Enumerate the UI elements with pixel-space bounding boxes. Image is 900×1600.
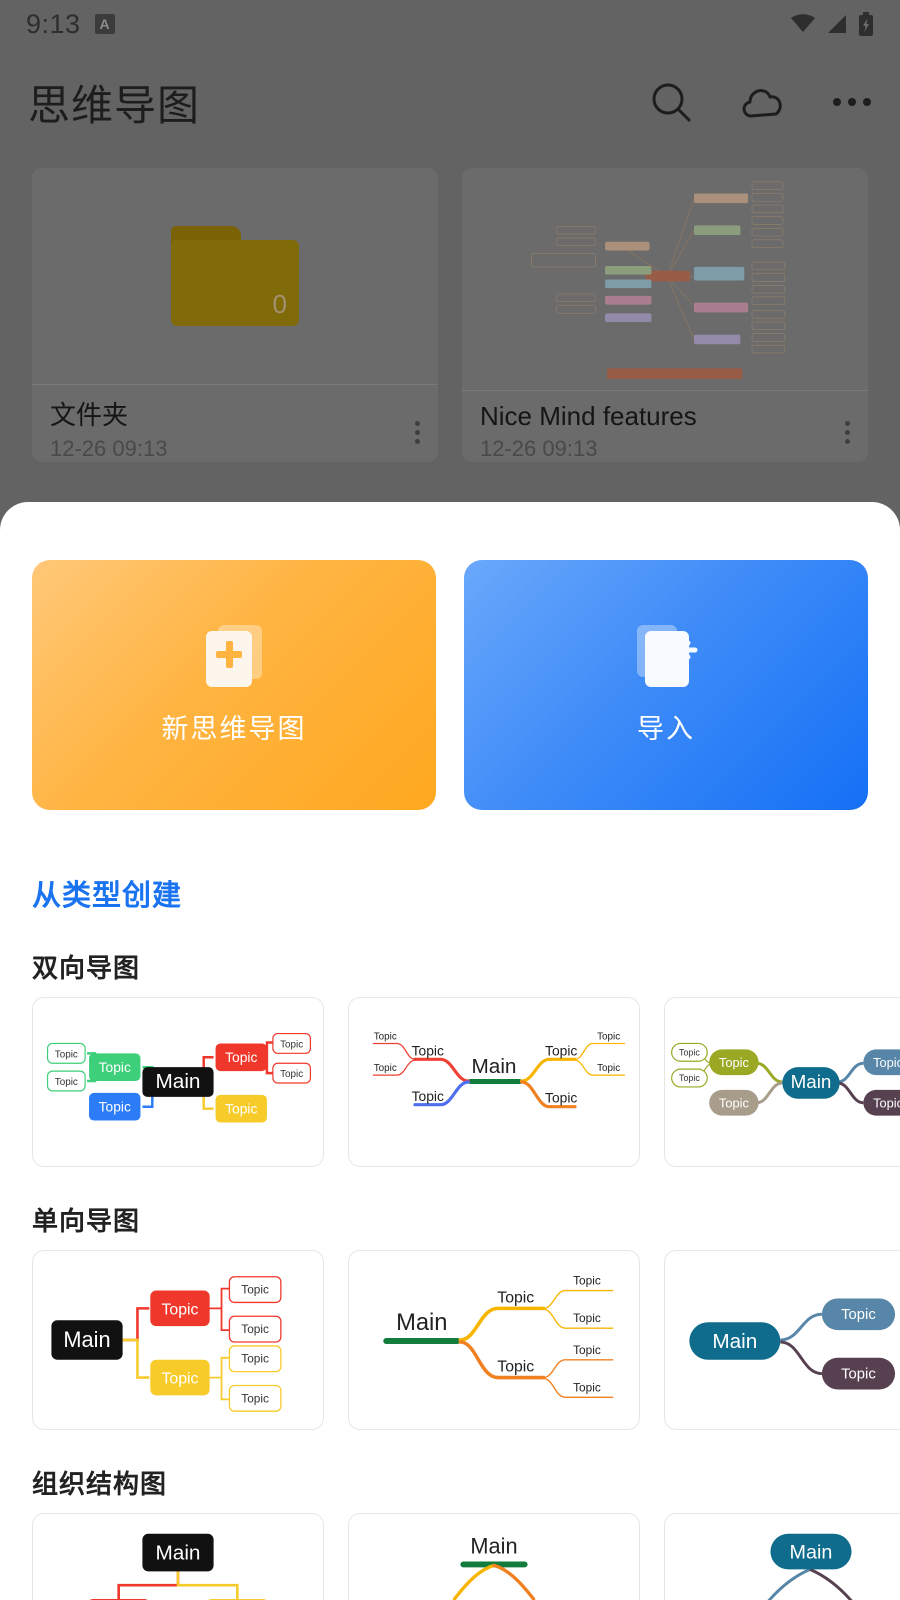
document-card-mindmap[interactable]: Nice Mind features 12-26 09:13 — [462, 168, 868, 462]
svg-text:Topic: Topic — [873, 1055, 900, 1070]
signal-icon — [826, 14, 848, 34]
svg-text:Topic: Topic — [497, 1359, 534, 1376]
svg-text:Main: Main — [472, 1055, 517, 1078]
svg-text:Topic: Topic — [241, 1352, 269, 1366]
svg-text:Topic: Topic — [162, 1301, 199, 1318]
svg-text:Topic: Topic — [573, 1343, 601, 1357]
template-row-org-chart: Main Topic Topic Main Topic Topic — [32, 1513, 868, 1600]
create-bottom-sheet: 新思维导图 导入 从类型创建 双向导图 — [0, 502, 900, 1600]
svg-text:Topic: Topic — [597, 1063, 620, 1074]
svg-text:Main: Main — [712, 1330, 757, 1353]
svg-text:Topic: Topic — [597, 1032, 620, 1043]
status-bar-right — [790, 12, 874, 36]
svg-text:Topic: Topic — [719, 1055, 750, 1070]
svg-text:Topic: Topic — [573, 1380, 601, 1394]
svg-text:Topic: Topic — [545, 1090, 577, 1106]
more-icon[interactable] — [832, 96, 872, 108]
new-mindmap-label: 新思维导图 — [162, 707, 307, 746]
svg-text:Topic: Topic — [873, 1096, 900, 1111]
wifi-icon — [790, 14, 816, 34]
document-menu-icon[interactable] — [845, 421, 850, 444]
folder-icon: 0 — [171, 226, 299, 326]
svg-text:Topic: Topic — [162, 1371, 199, 1388]
cloud-icon[interactable] — [738, 82, 788, 122]
document-import-icon — [637, 625, 695, 687]
svg-text:Topic: Topic — [497, 1289, 534, 1306]
svg-text:Topic: Topic — [679, 1073, 700, 1083]
svg-text:Topic: Topic — [545, 1042, 577, 1058]
svg-text:Topic: Topic — [374, 1032, 397, 1043]
page-title: 思维导图 — [28, 72, 200, 133]
svg-text:Topic: Topic — [719, 1096, 750, 1111]
svg-text:Topic: Topic — [280, 1069, 303, 1080]
svg-text:Topic: Topic — [841, 1367, 876, 1383]
import-label: 导入 — [637, 707, 695, 746]
primary-actions: 新思维导图 导入 — [32, 560, 868, 810]
status-time: 9:13 — [26, 9, 81, 40]
svg-text:Main: Main — [396, 1310, 447, 1336]
notification-badge-icon: A — [95, 14, 115, 34]
svg-text:Main: Main — [470, 1534, 517, 1559]
svg-text:Topic: Topic — [225, 1101, 257, 1117]
template-org-boxed[interactable]: Main Topic Topic — [32, 1513, 324, 1600]
document-title: 文件夹 — [50, 395, 420, 432]
document-card-meta: Nice Mind features 12-26 09:13 — [462, 390, 868, 462]
document-title: Nice Mind features — [480, 401, 850, 432]
status-bar: 9:13 A — [0, 0, 900, 48]
new-mindmap-button[interactable]: 新思维导图 — [32, 560, 436, 810]
svg-text:Topic: Topic — [412, 1088, 444, 1104]
svg-text:Topic: Topic — [55, 1049, 78, 1060]
group-title-bidirectional: 双向导图 — [32, 948, 868, 985]
svg-text:Topic: Topic — [573, 1311, 601, 1325]
svg-text:Topic: Topic — [55, 1077, 78, 1088]
svg-text:Topic: Topic — [412, 1042, 444, 1058]
template-row-unidirectional: Main Topic Topic Topic Topic Topic Topic — [32, 1250, 868, 1430]
template-uni-underline[interactable]: Main Topic Topic Topic Topic Topic Topic — [348, 1250, 640, 1430]
template-bi-boxed[interactable]: Main Topic Topic Topic Topic TopicTopic … — [32, 997, 324, 1167]
group-title-org-chart: 组织结构图 — [32, 1464, 868, 1501]
template-uni-pill[interactable]: Main Topic Topic — [664, 1250, 900, 1430]
template-org-pill[interactable]: Main Topic Topic — [664, 1513, 900, 1600]
svg-text:Topic: Topic — [241, 1322, 269, 1336]
import-button[interactable]: 导入 — [464, 560, 868, 810]
document-plus-icon — [206, 625, 262, 687]
svg-text:Topic: Topic — [225, 1049, 257, 1065]
status-bar-left: 9:13 A — [26, 9, 115, 40]
template-row-bidirectional: Main Topic Topic Topic Topic TopicTopic … — [32, 997, 868, 1167]
search-icon[interactable] — [648, 79, 694, 125]
create-from-type-heading: 从类型创建 — [32, 872, 868, 914]
svg-text:Topic: Topic — [280, 1039, 303, 1050]
group-title-unidirectional: 单向导图 — [32, 1201, 868, 1238]
app-bar-actions — [648, 79, 872, 125]
document-card-meta: 文件夹 12-26 09:13 — [32, 384, 438, 462]
svg-text:Topic: Topic — [679, 1047, 700, 1057]
app-bar: 思维导图 — [0, 56, 900, 148]
svg-text:Topic: Topic — [241, 1391, 269, 1405]
svg-text:Topic: Topic — [241, 1283, 269, 1297]
svg-text:Main: Main — [156, 1541, 201, 1564]
svg-text:Topic: Topic — [99, 1059, 131, 1075]
document-card-folder[interactable]: 0 文件夹 12-26 09:13 — [32, 168, 438, 462]
template-bi-underline[interactable]: Main Topic Topic Topic Topic Topic — [348, 997, 640, 1167]
svg-text:Main: Main — [790, 1542, 833, 1564]
mindmap-thumbnail — [462, 168, 868, 390]
svg-text:Topic: Topic — [573, 1274, 601, 1288]
template-bi-pill[interactable]: Main Topic Topic Topic Topic Topic Topic — [664, 997, 900, 1167]
folder-thumbnail: 0 — [32, 168, 438, 384]
document-date: 12-26 09:13 — [480, 436, 850, 462]
svg-text:Topic: Topic — [841, 1307, 876, 1323]
svg-text:Main: Main — [791, 1071, 832, 1092]
document-date: 12-26 09:13 — [50, 436, 420, 462]
mindmap-preview-icon — [462, 168, 868, 390]
document-grid: 0 文件夹 12-26 09:13 — [32, 168, 868, 462]
template-uni-boxed[interactable]: Main Topic Topic Topic Topic Topic Topic — [32, 1250, 324, 1430]
document-menu-icon[interactable] — [415, 421, 420, 444]
battery-charging-icon — [858, 12, 874, 36]
svg-text:Main: Main — [63, 1327, 110, 1352]
svg-text:Topic: Topic — [99, 1099, 131, 1115]
template-org-underline[interactable]: Main Topic Topic — [348, 1513, 640, 1600]
svg-text:Topic: Topic — [374, 1063, 397, 1074]
folder-item-count: 0 — [273, 289, 287, 320]
template-main-label: Main — [156, 1070, 201, 1093]
